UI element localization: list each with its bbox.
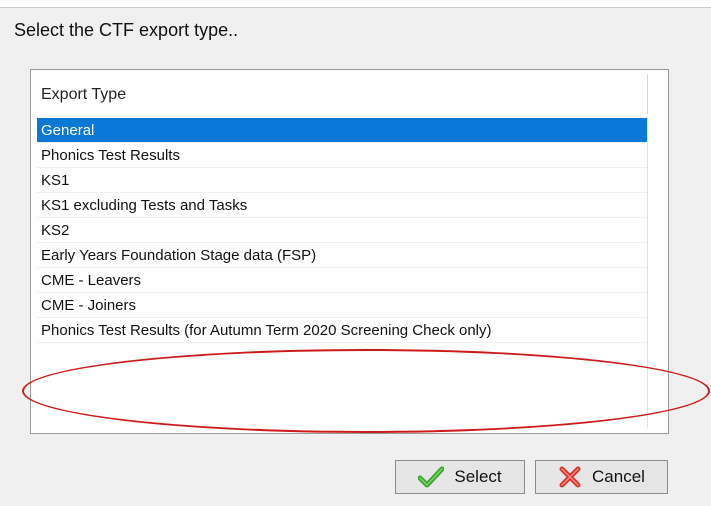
list-item-general[interactable]: General xyxy=(37,118,647,143)
column-header-export-type[interactable]: Export Type xyxy=(41,86,126,104)
dialog-prompt: Select the CTF export type.. xyxy=(14,20,239,40)
list-item-ks2[interactable]: KS2 xyxy=(37,218,647,243)
column-separator-rows xyxy=(647,118,648,428)
list-item-early-years-fsp[interactable]: Early Years Foundation Stage data (FSP) xyxy=(37,243,647,268)
cancel-button-label: Cancel xyxy=(592,467,645,486)
select-button[interactable]: Select xyxy=(395,460,525,494)
list-rows: General Phonics Test Results KS1 KS1 exc… xyxy=(37,118,647,343)
list-item-cme-leavers[interactable]: CME - Leavers xyxy=(37,268,647,293)
checkmark-icon xyxy=(418,466,445,488)
ctf-export-dialog: Select the CTF export type.. Export Type… xyxy=(0,0,711,506)
list-item-phonics-test-results[interactable]: Phonics Test Results xyxy=(37,143,647,168)
list-item-ks1[interactable]: KS1 xyxy=(37,168,647,193)
export-type-list[interactable]: Export Type General Phonics Test Results… xyxy=(30,69,669,434)
list-item-ks1-excluding-tests[interactable]: KS1 excluding Tests and Tasks xyxy=(37,193,647,218)
list-item-phonics-autumn-2020[interactable]: Phonics Test Results (for Autumn Term 20… xyxy=(37,318,647,343)
cancel-button[interactable]: Cancel xyxy=(535,460,668,494)
select-button-label: Select xyxy=(454,467,502,486)
column-separator xyxy=(647,74,648,114)
list-item-cme-joiners[interactable]: CME - Joiners xyxy=(37,293,647,318)
x-cross-icon xyxy=(559,466,581,488)
top-strip xyxy=(0,0,711,8)
